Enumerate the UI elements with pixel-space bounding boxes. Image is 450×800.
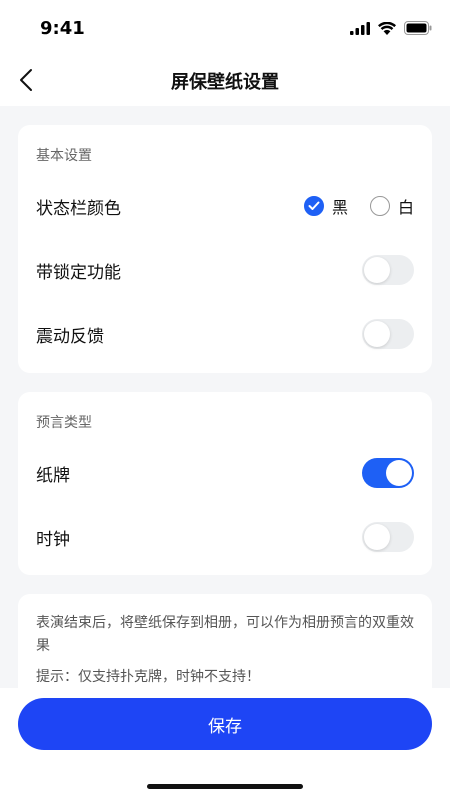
- radio-option-black[interactable]: 黑: [303, 194, 348, 218]
- battery-icon: [404, 21, 432, 35]
- radio-label-black: 黑: [331, 198, 348, 217]
- status-bar-color-row: 状态栏颜色 黑 白: [18, 181, 432, 231]
- status-icons: [350, 20, 432, 36]
- checkmark-icon: [308, 201, 320, 210]
- vibration-feedback-label: 震动反馈: [36, 327, 104, 347]
- lock-function-row: 带锁定功能: [18, 245, 432, 295]
- section-label-prophecy: 预言类型: [36, 415, 92, 431]
- cards-toggle[interactable]: [362, 458, 414, 488]
- radio-label-white: 白: [397, 198, 414, 217]
- status-bar-color-radio-group: 黑 白: [303, 194, 414, 218]
- bottom-bar: 保存: [0, 688, 450, 800]
- page-title: 屏保壁纸设置: [171, 72, 279, 93]
- basic-settings-card: 基本设置 状态栏颜色 黑 白 带锁定功能 震动反馈: [18, 125, 432, 373]
- status-bar-color-label: 状态栏颜色: [36, 199, 121, 219]
- vibration-feedback-row: 震动反馈: [18, 309, 432, 359]
- nav-bar: 屏保壁纸设置: [0, 56, 450, 106]
- description-text: 表演结束后，将壁纸保存到相册，可以作为相册预言的双重效果: [36, 615, 414, 654]
- clock-row: 时钟: [18, 512, 432, 562]
- cards-label: 纸牌: [36, 466, 70, 486]
- radio-unchecked-icon: [369, 196, 390, 216]
- vibration-feedback-toggle[interactable]: [362, 319, 414, 349]
- clock-toggle[interactable]: [362, 522, 414, 552]
- save-button[interactable]: 保存: [18, 698, 432, 750]
- section-label-basic: 基本设置: [36, 148, 92, 164]
- toggle-knob: [364, 524, 390, 550]
- toggle-knob: [386, 460, 412, 486]
- wifi-icon: [378, 21, 396, 35]
- clock-label: 时钟: [36, 530, 70, 550]
- radio-checked-icon: [303, 196, 324, 216]
- status-bar: 9:41: [0, 0, 450, 56]
- cellular-signal-icon: [350, 21, 370, 35]
- prophecy-type-card: 预言类型 纸牌 时钟: [18, 392, 432, 575]
- home-indicator: [147, 784, 303, 789]
- status-time: 9:41: [40, 18, 85, 39]
- tip-text: 提示：仅支持扑克牌，时钟不支持！: [36, 669, 260, 685]
- toggle-knob: [364, 257, 390, 283]
- lock-function-toggle[interactable]: [362, 255, 414, 285]
- lock-function-label: 带锁定功能: [36, 263, 121, 283]
- radio-option-white[interactable]: 白: [369, 194, 414, 218]
- cards-row: 纸牌: [18, 448, 432, 498]
- toggle-knob: [364, 321, 390, 347]
